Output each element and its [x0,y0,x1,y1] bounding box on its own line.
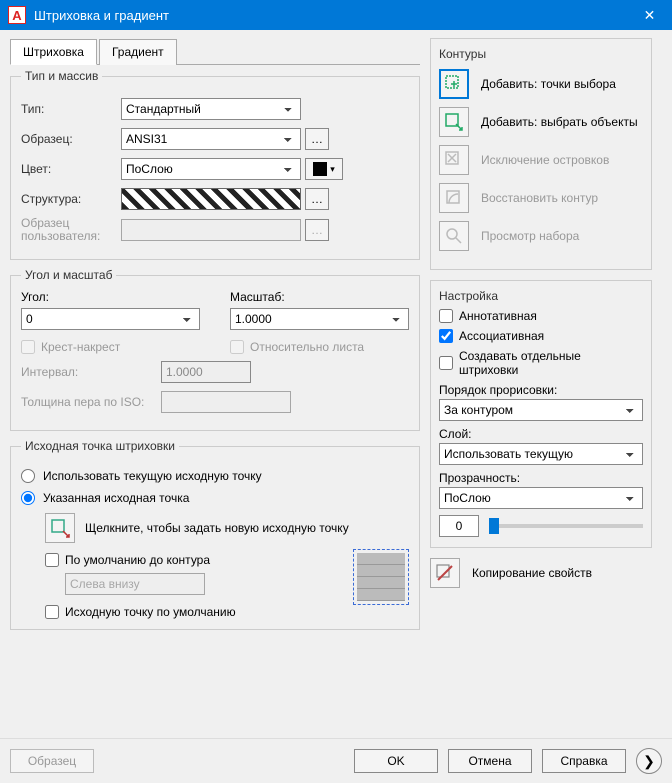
check-store-default[interactable] [45,605,59,619]
select-origin-position: Слева внизу [65,573,205,595]
label-transparency: Прозрачность: [439,471,643,485]
radio-use-current[interactable] [21,469,35,483]
view-selection-button [439,221,469,251]
check-separate[interactable] [439,356,453,370]
select-objects-button[interactable] [439,107,469,137]
label-layer: Слой: [439,427,643,441]
inherit-properties-button[interactable] [430,558,460,588]
radio-specified[interactable] [21,491,35,505]
select-layer[interactable]: Использовать текущую [439,443,643,465]
select-draw-order[interactable]: За контуром [439,399,643,421]
group-options: Настройка Аннотативная Ассоциативная Соз… [430,280,652,548]
label-angle: Угол: [21,290,200,304]
label-structure: Структура: [21,192,121,206]
browse-swatch-button[interactable]: … [305,188,329,210]
pick-origin-button[interactable] [45,513,75,543]
pattern-swatch[interactable] [121,188,301,210]
tab-hatch[interactable]: Штриховка [10,39,97,65]
legend-angle-scale: Угол и масштаб [21,268,116,282]
group-angle-scale: Угол и масштаб Угол: 0 Масштаб: 1.0000 К… [10,268,420,431]
label-scale: Масштаб: [230,290,409,304]
preview-button: Образец [10,749,94,773]
select-iso [161,391,291,413]
check-default-boundary[interactable] [45,553,59,567]
label-draw-order: Порядок прорисовки: [439,383,643,397]
select-scale[interactable]: 1.0000 [230,308,409,330]
slider-transparency[interactable] [489,524,643,528]
select-pattern[interactable]: ANSI31 [121,128,301,150]
tab-gradient[interactable]: Градиент [99,39,177,65]
group-boundaries: Контуры Добавить: точки выбора Добавить:… [430,38,652,270]
select-userpattern [121,219,301,241]
check-paperspace [230,340,244,354]
select-bgcolor[interactable]: ▾ [305,158,343,180]
legend-options: Настройка [439,289,643,303]
browse-userpattern-button: … [305,219,329,241]
select-color[interactable]: ПоСлою [121,158,301,180]
app-logo-icon: A [8,6,26,24]
input-spacing [161,361,251,383]
group-origin: Исходная точка штриховки Использовать те… [10,439,420,630]
legend-origin: Исходная точка штриховки [21,439,179,453]
ok-button[interactable]: OK [354,749,438,773]
label-pattern: Образец: [21,132,121,146]
remove-islands-button [439,145,469,175]
label-type: Тип: [21,102,121,116]
select-type[interactable]: Стандартный [121,98,301,120]
label-click-hint: Щелкните, чтобы задать новую исходную то… [85,521,349,535]
check-annotative[interactable] [439,309,453,323]
window-title: Штриховка и градиент [34,8,627,23]
cancel-button[interactable]: Отмена [448,749,532,773]
expand-button[interactable]: ❯ [636,748,662,774]
close-icon[interactable]: ✕ [627,0,672,30]
label-color: Цвет: [21,162,121,176]
label-spacing: Интервал: [21,365,161,379]
select-angle[interactable]: 0 [21,308,200,330]
group-type-array: Тип и массив Тип: Стандартный Образец: A… [10,69,420,260]
label-iso: Толщина пера по ISO: [21,396,161,409]
help-button[interactable]: Справка [542,749,626,773]
select-transparency[interactable]: ПоСлою [439,487,643,509]
check-associative[interactable] [439,329,453,343]
input-transparency[interactable] [439,515,479,537]
label-userpattern: Образец пользователя: [21,217,121,243]
pick-points-button[interactable] [439,69,469,99]
legend-boundaries: Контуры [439,47,643,61]
browse-pattern-button[interactable]: … [305,128,329,150]
recreate-boundary-button [439,183,469,213]
legend-type-array: Тип и массив [21,69,102,83]
origin-preview-icon [353,549,409,605]
check-crosshatch [21,340,35,354]
